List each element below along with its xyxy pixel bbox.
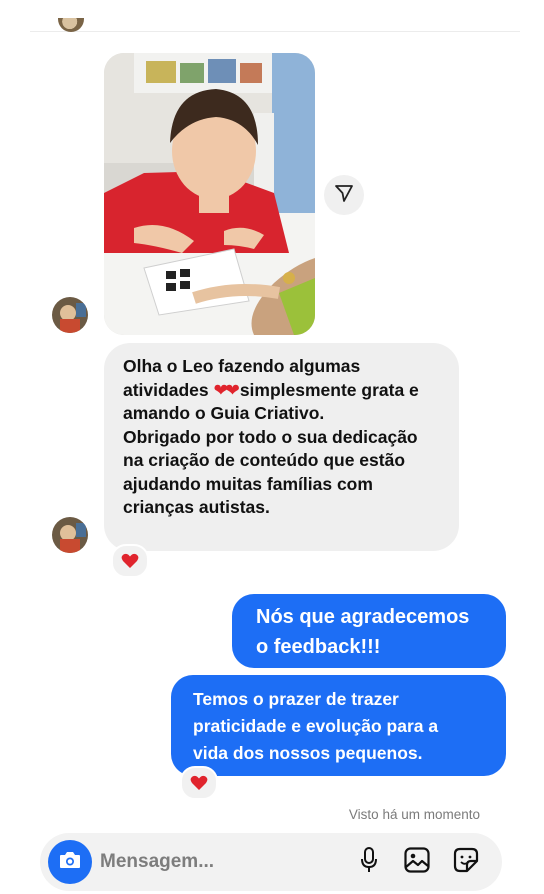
header-divider — [30, 31, 520, 32]
gallery-button[interactable] — [401, 846, 433, 878]
reaction-heart[interactable] — [180, 766, 218, 800]
camera-icon — [58, 850, 82, 875]
shared-photo[interactable] — [104, 53, 315, 335]
message-text: Nós que agradecemos o feedback!!! — [256, 606, 470, 658]
heart-icon — [190, 775, 208, 790]
outgoing-message-bubble[interactable]: Temos o prazer de trazer praticidade e e… — [171, 675, 506, 776]
sticker-button[interactable] — [450, 846, 482, 878]
incoming-message-bubble[interactable]: Olha o Leo fazendo algumas atividades ❤❤… — [104, 343, 459, 551]
microphone-icon — [359, 846, 379, 879]
sticker-icon — [452, 846, 480, 879]
message-text: Olha o Leo fazendo algumas atividades ❤❤… — [123, 356, 419, 517]
message-text: Temos o prazer de trazer praticidade e e… — [193, 689, 439, 763]
seen-status: Visto há um momento — [348, 807, 480, 822]
paper-plane-icon — [334, 183, 354, 208]
sender-avatar[interactable] — [52, 517, 88, 553]
photo-child-doing-activity — [104, 53, 315, 335]
outgoing-message-bubble[interactable]: Nós que agradecemos o feedback!!! — [232, 594, 506, 668]
avatar — [58, 18, 84, 32]
reaction-heart[interactable] — [111, 544, 149, 578]
message-input[interactable] — [100, 850, 300, 874]
heart-emoji: ❤❤ — [213, 379, 239, 400]
sender-avatar[interactable] — [52, 297, 88, 333]
gallery-icon — [403, 846, 431, 879]
share-button[interactable] — [324, 175, 364, 215]
camera-button[interactable] — [48, 840, 92, 884]
heart-icon — [121, 553, 139, 568]
microphone-button[interactable] — [353, 846, 385, 878]
message-composer — [40, 833, 502, 891]
